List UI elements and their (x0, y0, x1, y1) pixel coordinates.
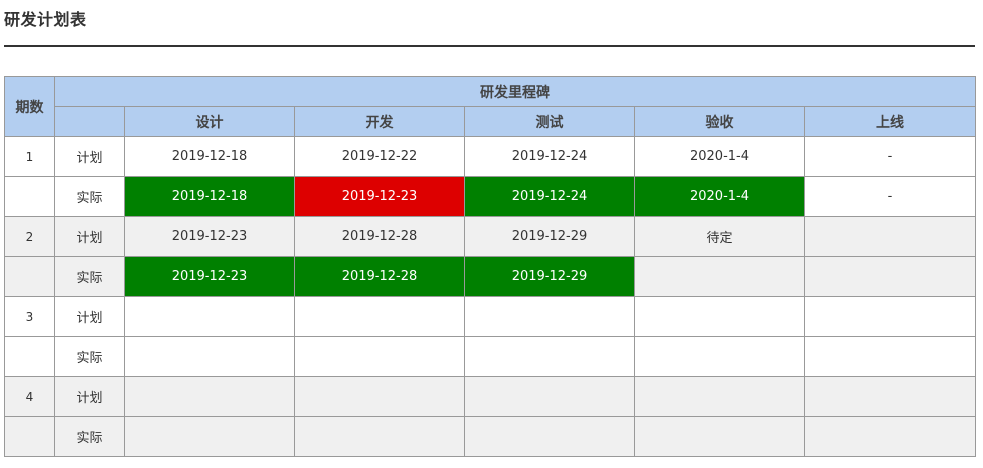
date-cell (294, 376, 465, 417)
date-cell (634, 376, 805, 417)
period-header: 期数 (4, 76, 55, 137)
date-cell (803, 256, 977, 297)
date-cell (464, 296, 635, 337)
date-cell (634, 256, 805, 297)
row-type-cell: 实际 (54, 336, 125, 377)
date-cell: 2019-12-18 (124, 136, 295, 177)
date-cell (124, 296, 295, 337)
stage-header-acceptance: 验收 (634, 106, 805, 137)
date-cell (294, 296, 465, 337)
title-divider (4, 45, 975, 47)
date-cell: - (803, 136, 977, 177)
table-row: 1 计划 2019-12-18 2019-12-22 2019-12-24 2020-1-… (4, 136, 977, 177)
stage-header-test: 测试 (464, 106, 635, 137)
row-type-cell: 计划 (54, 216, 125, 257)
date-cell (464, 336, 635, 377)
date-cell (634, 416, 805, 457)
date-cell: 2019-12-18 (124, 176, 295, 217)
page-title: 研发计划表 (4, 10, 87, 29)
date-cell (124, 376, 295, 417)
date-cell: 2019-12-24 (464, 136, 635, 177)
row-type-cell: 计划 (54, 296, 125, 337)
date-cell: 2020-1-4 (634, 176, 805, 217)
table-row: 实际 (4, 336, 977, 377)
date-cell (464, 376, 635, 417)
row-type-cell: 计划 (54, 376, 125, 417)
table-row: 实际 2019-12-23 2019-12-28 2019-12-29 (4, 256, 977, 297)
date-cell: 待定 (634, 216, 805, 257)
date-cell (124, 416, 295, 457)
table-row: 实际 2019-12-18 2019-12-23 2019-12-24 2020-1-4… (4, 176, 977, 217)
date-cell (464, 416, 635, 457)
type-header-blank (54, 106, 125, 137)
date-cell (124, 336, 295, 377)
stage-header-design: 设计 (124, 106, 295, 137)
row-type-cell: 实际 (54, 416, 125, 457)
period-cell (4, 256, 55, 297)
period-cell: 4 (4, 376, 55, 417)
date-cell: 2019-12-23 (294, 176, 465, 217)
date-cell (634, 296, 805, 337)
date-cell (803, 296, 977, 337)
table-body: 1 计划 2019-12-18 2019-12-22 2019-12-24 2020-1-… (4, 136, 977, 457)
date-cell (634, 336, 805, 377)
date-cell (803, 376, 977, 417)
date-cell: 2019-12-29 (464, 256, 635, 297)
date-cell: 2019-12-28 (294, 256, 465, 297)
stage-header-develop: 开发 (294, 106, 465, 137)
date-cell: 2019-12-22 (294, 136, 465, 177)
row-type-cell: 实际 (54, 256, 125, 297)
row-type-cell: 计划 (54, 136, 125, 177)
date-cell: 2019-12-23 (124, 216, 295, 257)
date-cell (294, 416, 465, 457)
table-row: 3 计划 (4, 296, 977, 337)
date-cell: 2019-12-23 (124, 256, 295, 297)
period-cell: 2 (4, 216, 55, 257)
table-row: 4 计划 (4, 376, 977, 417)
rd-plan-table: 期数 研发里程碑 设计 开发 测试 验收 上线 1 计划 2019-12-18 201… (4, 76, 977, 457)
date-cell: 2019-12-24 (464, 176, 635, 217)
milestone-header: 研发里程碑 (53, 76, 977, 107)
period-cell: 3 (4, 296, 55, 337)
date-cell (294, 336, 465, 377)
period-cell: 1 (4, 136, 55, 177)
date-cell: 2020-1-4 (634, 136, 805, 177)
period-cell (4, 416, 55, 457)
table-row: 2 计划 2019-12-23 2019-12-28 2019-12-29 待定 (4, 216, 977, 257)
date-cell (803, 336, 977, 377)
row-type-cell: 实际 (54, 176, 125, 217)
date-cell: 2019-12-28 (294, 216, 465, 257)
date-cell: - (803, 176, 977, 217)
date-cell (803, 216, 977, 257)
stage-header-launch: 上线 (803, 106, 977, 137)
date-cell: 2019-12-29 (464, 216, 635, 257)
period-cell (4, 176, 55, 217)
table-row: 实际 (4, 416, 977, 457)
period-cell (4, 336, 55, 377)
date-cell (803, 416, 977, 457)
